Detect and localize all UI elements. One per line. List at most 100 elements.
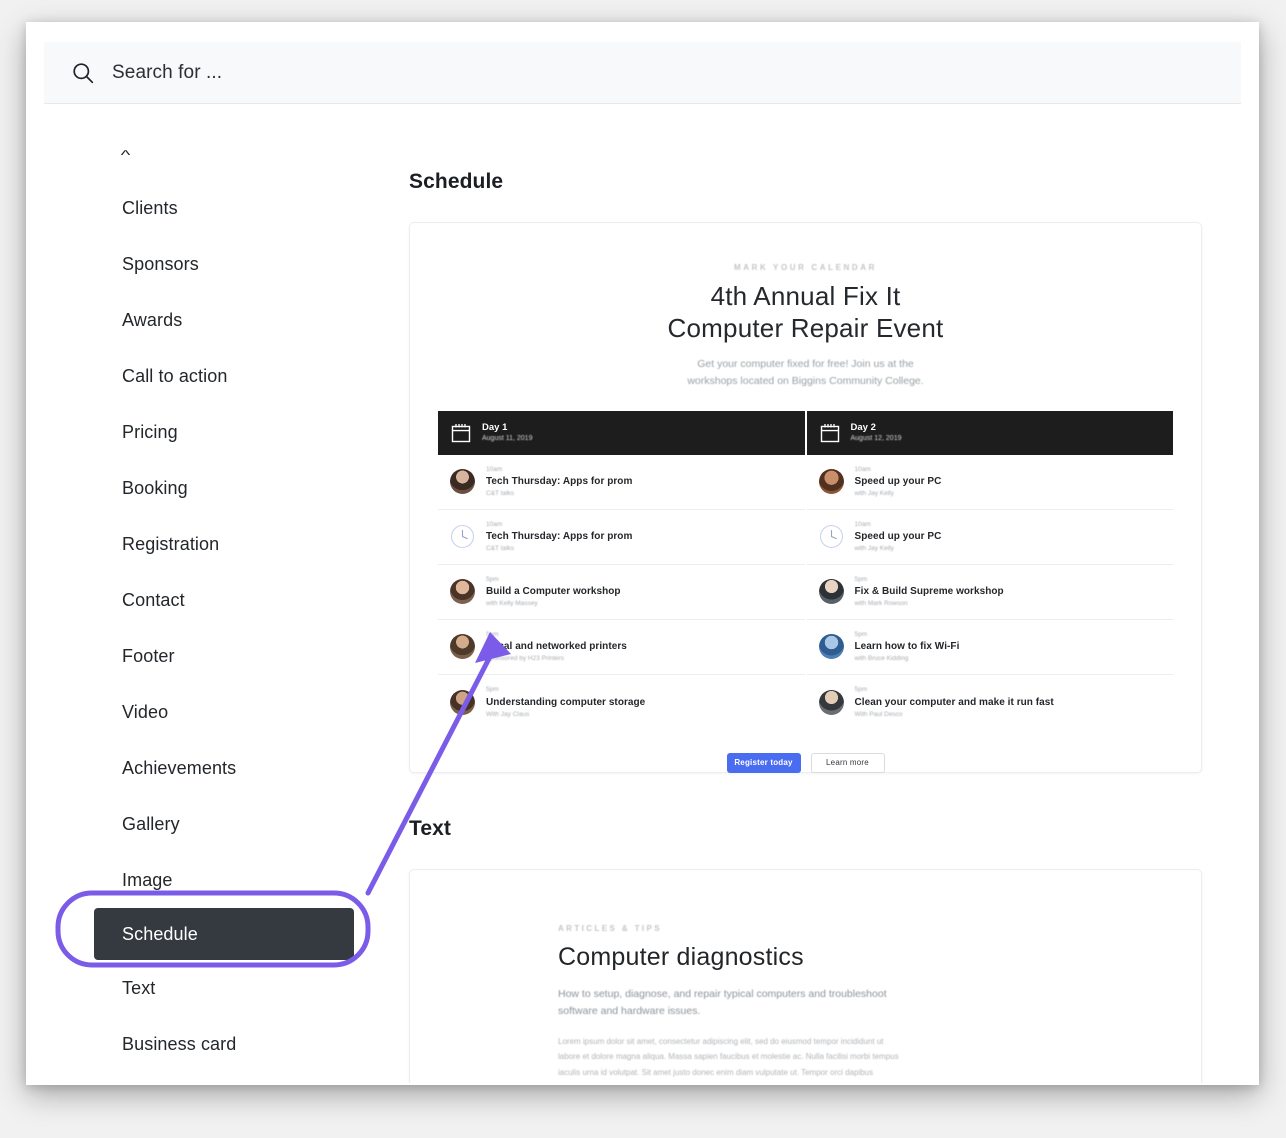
schedule-event-row[interactable]: 10am Tech Thursday: Apps for prom C&T ta… bbox=[438, 509, 805, 565]
day-header-text: Day 1 August 11, 2019 bbox=[482, 422, 532, 445]
chevron-up-icon: ^ bbox=[120, 147, 131, 163]
event-body: 5pm Understanding computer storage With … bbox=[486, 685, 645, 720]
sidebar-item-call-to-action[interactable]: Call to action bbox=[44, 348, 374, 404]
sidebar-item-schedule[interactable]: Schedule bbox=[94, 908, 354, 960]
sidebar-item-label: Text bbox=[122, 977, 156, 998]
schedule-subtitle-line-1: Get your computer fixed for free! Join u… bbox=[697, 358, 914, 371]
event-meta: With Jay Claus bbox=[486, 710, 530, 718]
schedule-section-heading: Schedule bbox=[409, 170, 504, 193]
day-date: August 11, 2019 bbox=[482, 435, 533, 443]
schedule-event-row[interactable]: 5pm Local and networked printers Sponsor… bbox=[438, 619, 805, 675]
text-paragraph-line-4: ultrices in iaculis nunc sed. Pharetra c… bbox=[558, 1080, 1038, 1083]
event-time: 5pm bbox=[854, 686, 868, 694]
event-body: 5pm Clean your computer and make it run … bbox=[855, 685, 1054, 720]
register-today-button[interactable]: Register today bbox=[726, 752, 801, 773]
sidebar-item-image[interactable]: Image bbox=[44, 852, 374, 908]
sidebar-item-text[interactable]: Text bbox=[44, 960, 374, 1016]
search-input[interactable]: Search for ... bbox=[112, 62, 222, 84]
clock-icon bbox=[450, 524, 475, 549]
schedule-preview-card[interactable]: MARK YOUR CALENDAR 4th Annual Fix It Com… bbox=[409, 222, 1202, 773]
schedule-event-row[interactable]: 10am Speed up your PC with Jay Kelly bbox=[806, 454, 1173, 510]
learn-more-button[interactable]: Learn more bbox=[810, 752, 885, 773]
sidebar-item-label: Business card bbox=[122, 1033, 237, 1054]
event-meta: with Mark Rowson bbox=[854, 600, 908, 608]
sidebar-item-clients[interactable]: Clients bbox=[44, 180, 374, 236]
day-header: Day 2 August 12, 2019 bbox=[806, 410, 1173, 455]
sidebar-item-label: Pricing bbox=[122, 421, 178, 442]
text-lead: How to setup, diagnose, and repair typic… bbox=[558, 986, 1038, 1021]
sidebar-item-video[interactable]: Video bbox=[44, 684, 374, 740]
event-time: 10am bbox=[486, 465, 503, 473]
sidebar-collapse-toggle[interactable]: ^ bbox=[44, 138, 374, 172]
schedule-event-row[interactable]: 5pm Understanding computer storage With … bbox=[438, 674, 805, 730]
day-header-text: Day 2 August 12, 2019 bbox=[851, 422, 902, 445]
schedule-event-row[interactable]: 5pm Build a Computer workshop with Kelly… bbox=[438, 564, 805, 620]
sidebar-item-business-card[interactable]: Business card bbox=[44, 1016, 374, 1072]
sidebar-item-awards[interactable]: Awards bbox=[44, 292, 374, 348]
text-preview-card[interactable]: ARTICLES & TIPS Computer diagnostics How… bbox=[409, 869, 1202, 1083]
event-name: Fix & Build Supreme workshop bbox=[854, 586, 1004, 598]
text-section-heading: Text bbox=[409, 817, 452, 840]
event-time: 10am bbox=[486, 520, 503, 528]
sidebar-item-contact[interactable]: Contact bbox=[44, 572, 374, 628]
text-paragraph: Lorem ipsum dolor sit amet, consectetur … bbox=[558, 1034, 1038, 1083]
sidebar-item-booking[interactable]: Booking bbox=[44, 460, 374, 516]
event-body: 10am Speed up your PC with Jay Kelly bbox=[855, 520, 942, 555]
schedule-event-row[interactable]: 5pm Clean your computer and make it run … bbox=[806, 674, 1173, 730]
event-meta: C&T talks bbox=[486, 545, 515, 553]
day-header: Day 1 August 11, 2019 bbox=[438, 410, 805, 455]
event-meta: with Bruce Kidding bbox=[854, 655, 909, 663]
schedule-event-row[interactable]: 10am Speed up your PC with Jay Kelly bbox=[806, 509, 1173, 565]
event-time: 5pm bbox=[854, 575, 868, 583]
main-content: Schedule MARK YOUR CALENDAR 4th Annual F… bbox=[381, 118, 1241, 1083]
event-name: Clean your computer and make it run fast bbox=[854, 696, 1054, 708]
sidebar-item-label: Video bbox=[122, 701, 169, 722]
avatar bbox=[818, 469, 844, 495]
text-lead-line-2: software and hardware issues. bbox=[558, 1005, 701, 1018]
sidebar-nav-list: Clients Sponsors Awards Call to action P… bbox=[44, 180, 374, 1072]
schedule-event-row[interactable]: 5pm Learn how to fix Wi-Fi with Bruce Ki… bbox=[806, 619, 1173, 675]
sidebar-item-label: Clients bbox=[122, 197, 178, 218]
sidebar-item-sponsors[interactable]: Sponsors bbox=[44, 236, 374, 292]
avatar bbox=[818, 579, 844, 605]
schedule-button-row: Register today Learn more bbox=[410, 752, 1201, 773]
event-meta: with Jay Kelly bbox=[854, 490, 894, 498]
event-body: 5pm Fix & Build Supreme workshop with Ma… bbox=[855, 575, 1004, 610]
sidebar-item-pricing[interactable]: Pricing bbox=[44, 404, 374, 460]
sidebar-item-label: Booking bbox=[122, 477, 188, 498]
sidebar-item-label: Gallery bbox=[122, 813, 180, 834]
event-body: 10am Tech Thursday: Apps for prom C&T ta… bbox=[486, 520, 632, 555]
event-name: Speed up your PC bbox=[854, 531, 942, 543]
sidebar-item-label: Footer bbox=[122, 645, 175, 666]
app-window: Search for ... ^ Clients Sponsors Awards… bbox=[26, 22, 1259, 1085]
schedule-event-row[interactable]: 10am Tech Thursday: Apps for prom C&T ta… bbox=[438, 454, 805, 510]
schedule-event-row[interactable]: 5pm Fix & Build Supreme workshop with Ma… bbox=[806, 564, 1173, 620]
event-time: 5pm bbox=[486, 575, 499, 583]
schedule-title: 4th Annual Fix It Computer Repair Event bbox=[410, 281, 1201, 344]
sidebar-item-achievements[interactable]: Achievements bbox=[44, 740, 374, 796]
schedule-day-column: Day 1 August 11, 2019 10am Tech Thursday… bbox=[438, 410, 805, 730]
sidebar-item-label: Awards bbox=[122, 309, 183, 330]
event-meta: C&T talks bbox=[486, 490, 515, 498]
sidebar-item-registration[interactable]: Registration bbox=[44, 516, 374, 572]
event-body: 5pm Local and networked printers Sponsor… bbox=[486, 630, 627, 665]
sidebar-item-footer[interactable]: Footer bbox=[44, 628, 374, 684]
event-name: Tech Thursday: Apps for prom bbox=[486, 531, 633, 543]
event-time: 10am bbox=[854, 520, 871, 528]
sidebar-item-label: Sponsors bbox=[122, 253, 199, 274]
text-title: Computer diagnostics bbox=[558, 943, 804, 971]
event-body: 10am Speed up your PC with Jay Kelly bbox=[855, 465, 942, 500]
sidebar-item-gallery[interactable]: Gallery bbox=[44, 796, 374, 852]
search-bar[interactable]: Search for ... bbox=[44, 42, 1241, 104]
search-icon bbox=[72, 62, 94, 84]
schedule-title-line-1: 4th Annual Fix It bbox=[710, 281, 901, 311]
sidebar-item-label: Image bbox=[122, 869, 173, 890]
event-name: Speed up your PC bbox=[854, 476, 942, 488]
calendar-icon bbox=[450, 422, 472, 444]
avatar bbox=[450, 469, 475, 495]
event-body: 5pm Build a Computer workshop with Kelly… bbox=[486, 575, 621, 610]
avatar bbox=[450, 579, 475, 605]
event-name: Local and networked printers bbox=[486, 641, 627, 653]
schedule-title-line-2: Computer Repair Event bbox=[667, 312, 944, 343]
text-paragraph-line-1: Lorem ipsum dolor sit amet, consectetur … bbox=[558, 1036, 884, 1046]
